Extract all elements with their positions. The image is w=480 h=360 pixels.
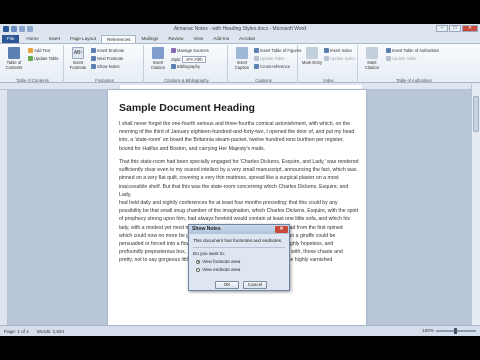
ribbon: Table of Contents Add Text Update Table … xyxy=(0,43,480,83)
update-icon xyxy=(324,56,329,61)
tab-review[interactable]: Review xyxy=(163,35,188,43)
cross-reference-icon xyxy=(254,64,259,69)
view-endnote-radio[interactable]: View endnote area xyxy=(196,267,240,272)
group-footnotes: AB¹ Insert Footnote Insert Endnote Next … xyxy=(66,45,144,83)
next-footnote-icon xyxy=(91,56,96,61)
close-button[interactable]: ✕ xyxy=(462,25,478,32)
caption-icon xyxy=(236,47,248,59)
mark-citation-button[interactable]: Mark Citation xyxy=(361,47,383,70)
window-controls: – □ ✕ xyxy=(436,25,478,32)
tab-view[interactable]: View xyxy=(188,35,208,43)
view-footnote-radio[interactable]: View footnote area xyxy=(196,259,240,264)
show-notes-dialog: Show Notes ✕ This document has footnotes… xyxy=(188,224,290,291)
tab-references[interactable]: References xyxy=(100,35,137,43)
tab-insert[interactable]: Insert xyxy=(44,35,66,43)
tab-mailings[interactable]: Mailings xyxy=(136,35,163,43)
dialog-close-button[interactable]: ✕ xyxy=(275,226,288,233)
tab-home[interactable]: Home xyxy=(21,35,43,43)
radio-unselected-icon xyxy=(196,267,200,272)
update-toc-button[interactable]: Update Table xyxy=(28,56,59,61)
group-citations: Insert Citation Manage Sources Style: AP… xyxy=(146,45,228,83)
group-index: Mark Entry Insert Index Update Index Ind… xyxy=(300,45,358,83)
document-heading[interactable]: Sample Document Heading xyxy=(119,102,255,114)
show-notes-button[interactable]: Show Notes xyxy=(91,64,120,69)
update-figures-button[interactable]: Update Table xyxy=(254,56,285,61)
toc-icon xyxy=(8,47,20,59)
mark-citation-icon xyxy=(366,47,378,59)
update-icon xyxy=(254,56,259,61)
insert-footnote-button[interactable]: AB¹ Insert Footnote xyxy=(67,47,89,70)
word-window: Almanac Notes - with Heading Styles.docx… xyxy=(0,24,480,336)
dialog-title: Show Notes xyxy=(192,226,221,232)
radio-selected-icon xyxy=(196,259,200,264)
cancel-button[interactable]: Cancel xyxy=(243,281,267,289)
word-count[interactable]: Words: 2,834 xyxy=(37,329,64,334)
index-icon xyxy=(324,48,329,53)
tab-add-ins[interactable]: Add-Ins xyxy=(208,35,234,43)
bibliography-icon xyxy=(171,64,176,69)
group-captions: Insert Caption Insert Table of Figures U… xyxy=(230,45,301,83)
citation-icon xyxy=(152,47,164,59)
dialog-message: This document has footnotes and endnotes… xyxy=(193,238,283,243)
update-icon xyxy=(386,56,391,61)
zoom-slider[interactable] xyxy=(436,327,476,334)
minimize-button[interactable]: – xyxy=(436,25,448,32)
group-table-of-authorities: Mark Citation Insert Table of Authoritie… xyxy=(360,45,468,83)
manage-sources-button[interactable]: Manage Sources xyxy=(171,48,209,53)
page-count[interactable]: Page: 1 of 4 xyxy=(4,329,29,334)
maximize-button[interactable]: □ xyxy=(449,25,461,32)
title-bar: Almanac Notes - with Heading Styles.docx… xyxy=(0,24,480,34)
paragraph-1[interactable]: I shall never forget the one-fourth seri… xyxy=(119,120,359,153)
toa-icon xyxy=(386,48,391,53)
insert-table-of-figures-button[interactable]: Insert Table of Figures xyxy=(254,48,301,53)
tab-acrobat[interactable]: Acrobat xyxy=(234,35,260,43)
status-bar: Page: 1 of 4 Words: 2,834 100% xyxy=(0,325,480,336)
zoom-slider-knob[interactable] xyxy=(454,327,457,334)
insert-citation-button[interactable]: Insert Citation xyxy=(147,47,169,70)
dialog-title-bar: Show Notes ✕ xyxy=(189,225,289,234)
update-index-button[interactable]: Update Index xyxy=(324,56,355,61)
update-icon xyxy=(28,56,33,61)
insert-toa-button[interactable]: Insert Table of Authorities xyxy=(386,48,439,53)
next-footnote-button[interactable]: Next Footnote xyxy=(91,56,123,61)
footnote-icon: AB¹ xyxy=(72,47,84,59)
document-area: Sample Document Heading I shall never fo… xyxy=(0,84,480,325)
tab-file[interactable]: File xyxy=(2,35,20,43)
sources-icon xyxy=(171,48,176,53)
window-title: Almanac Notes - with Heading Styles.docx… xyxy=(173,26,307,32)
zoom-control: 100% xyxy=(422,327,476,334)
mark-entry-icon xyxy=(306,47,318,59)
insert-index-button[interactable]: Insert Index xyxy=(324,48,352,53)
show-notes-icon xyxy=(91,64,96,69)
ok-button[interactable]: OK xyxy=(215,281,239,289)
update-toa-button[interactable]: Update Table xyxy=(386,56,417,61)
add-text-icon xyxy=(28,48,33,53)
vertical-ruler[interactable] xyxy=(0,90,8,325)
vertical-scrollbar[interactable] xyxy=(471,84,480,325)
scroll-thumb[interactable] xyxy=(473,96,479,132)
table-of-contents-button[interactable]: Table of Contents xyxy=(3,47,25,70)
bibliography-button[interactable]: Bibliography xyxy=(171,64,200,69)
tab-page-layout[interactable]: Page Layout xyxy=(65,35,101,43)
zoom-level[interactable]: 100% xyxy=(422,328,434,333)
cross-reference-button[interactable]: Cross-reference xyxy=(254,64,290,69)
group-table-of-contents: Table of Contents Add Text Update Table … xyxy=(2,45,64,83)
insert-caption-button[interactable]: Insert Caption xyxy=(231,47,253,70)
mark-entry-button[interactable]: Mark Entry xyxy=(301,47,323,65)
ribbon-tabs: File Home Insert Page Layout References … xyxy=(0,34,480,43)
dialog-prompt: Do you want to: xyxy=(193,251,225,256)
video-frame: Almanac Notes - with Heading Styles.docx… xyxy=(0,0,480,360)
insert-endnote-button[interactable]: Insert Endnote xyxy=(91,48,124,53)
figures-icon xyxy=(254,48,259,53)
endnote-icon xyxy=(91,48,96,53)
divider xyxy=(193,247,285,248)
style-select[interactable]: Style: APA Fifth xyxy=(171,56,206,63)
add-text-button[interactable]: Add Text xyxy=(28,48,50,53)
